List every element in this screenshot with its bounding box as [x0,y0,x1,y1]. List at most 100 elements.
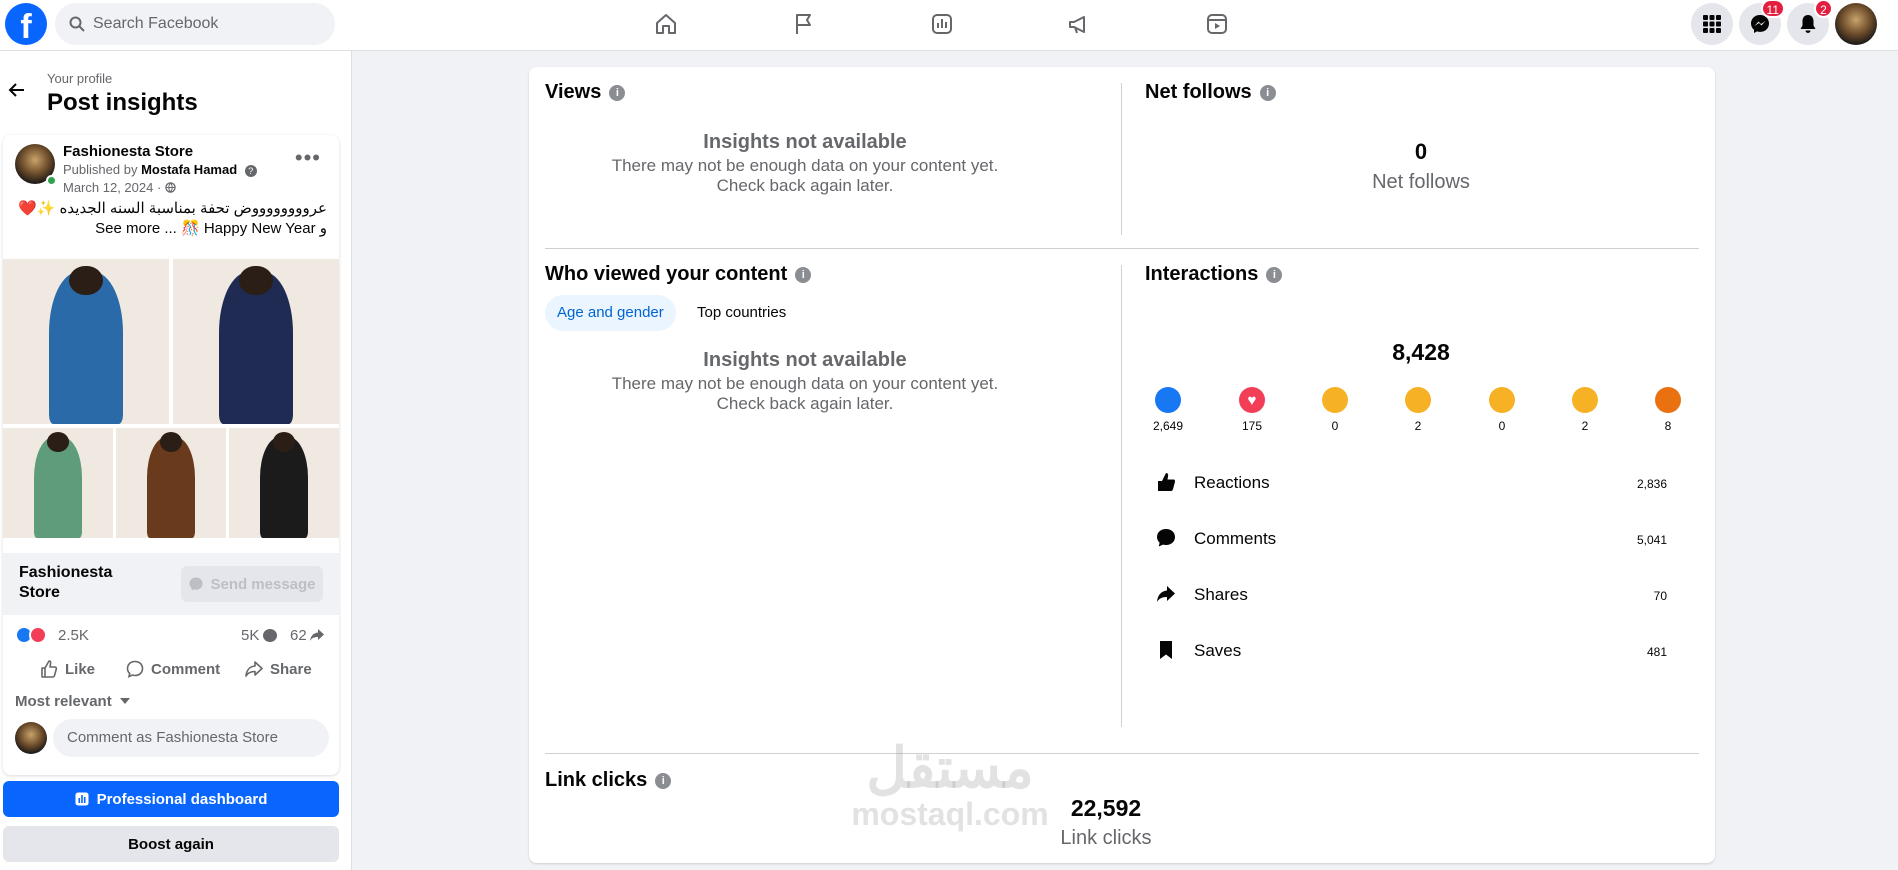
share-icon [245,661,263,677]
like-button[interactable]: Like [39,659,95,679]
post-photo-blue-dress[interactable] [3,259,169,424]
tab-age-and-gender[interactable]: Age and gender [545,295,676,331]
breadcrumb[interactable]: Your profile [47,71,112,86]
grid-menu-icon[interactable] [1691,3,1733,45]
comment-button[interactable]: Comment [125,659,220,679]
interaction-value: 481 [1646,645,1667,659]
link-clicks-section-title: Link clicks i [545,769,672,792]
post-date-text: March 12, 2024 · [63,180,162,195]
bell-icon [1800,15,1816,33]
interaction-row-reactions: Reactions 2,836 [1145,467,1705,507]
notifications-button[interactable]: 2 [1787,0,1833,45]
views-na-subtitle: There may not be enough data on your con… [611,156,999,195]
views-title: Views [545,81,602,103]
comment-sort-label: Most relevant [15,693,112,710]
ads-megaphone-icon[interactable] [1065,10,1093,38]
interaction-label: Shares [1194,585,1248,604]
share-label: Share [270,660,312,678]
saves-bookmark-icon [1160,641,1172,659]
search-input[interactable]: Search Facebook [55,3,335,45]
model-head [69,265,103,296]
tab-top-countries[interactable]: Top countries [685,295,798,331]
post-photo-brown-dress[interactable] [116,428,226,538]
post-text-line-1: عرووووووووض تحفة بمناسبة السنه الجديده ✨… [18,200,327,217]
page-title: Post insights [47,89,198,116]
globe-icon [165,182,176,193]
publisher-name[interactable]: Mostafa Hamad [141,162,237,177]
published-by: Published by Mostafa Hamad ? [63,162,257,177]
info-icon[interactable]: i [795,266,812,283]
account-avatar[interactable] [1835,3,1877,45]
mostaql-watermark: مستقل mostaql.com [830,736,1070,833]
comments-count[interactable]: 5K [241,627,259,644]
insights-icon[interactable] [928,10,956,38]
watermark-arabic: مستقل [866,736,1034,799]
pages-flag-icon[interactable] [790,10,818,38]
interaction-row-shares: Shares 70 [1145,579,1705,619]
post-photo-black-dress[interactable] [229,428,339,538]
post-photo-green-dress[interactable] [3,428,113,538]
menu-dots-icon [1703,15,1721,33]
boost-again-button[interactable]: Boost again [3,826,339,862]
dashboard-icon [75,792,89,806]
interaction-value: 5,041 [1636,533,1667,547]
info-icon[interactable]: i [655,772,672,789]
post-text-line-2[interactable]: See more ... 🎊 Happy New Year و [17,219,327,239]
who-viewed-title: Who viewed your content [545,263,788,285]
like-label: Like [65,660,96,678]
who-viewed-na-title: Insights not available [703,349,907,371]
post-photo-navy-dress[interactable] [173,259,339,424]
interaction-rows: Reactions 2,836 Comments 5,041 Shares 70 Saves… [1145,67,1705,787]
comment-input[interactable]: Comment as Fashionesta Store [53,719,329,757]
post-date[interactable]: March 12, 2024 · [63,180,176,195]
interaction-label: Saves [1194,641,1242,660]
post-preview-card: Fashionesta Store Published by Mostafa H… [3,135,339,775]
send-message-label: Send message [210,575,316,593]
insights-panel: Views i Insights not available There may… [529,67,1715,863]
interaction-label: Reactions [1194,473,1270,492]
search-placeholder: Search Facebook [93,15,219,32]
divider [545,753,1699,754]
back-arrow-icon[interactable] [8,81,26,99]
shares-arrow-icon [1157,586,1175,602]
facebook-logo[interactable]: f [5,3,47,45]
interaction-row-saves: Saves 481 [1145,635,1705,675]
online-status-dot [46,175,57,186]
send-message-button[interactable]: Send message [181,566,323,602]
love-reaction-icon [29,626,47,644]
post-author[interactable]: Fashionesta Store [63,143,193,160]
link-clicks-title: Link clicks [545,769,648,791]
shares-count[interactable]: 62 [290,627,307,644]
commenter-avatar [15,722,47,754]
watermark-latin: mostaql.com [851,796,1049,832]
comment-sort-dropdown[interactable]: Most relevant [15,693,130,710]
more-options-icon[interactable]: ••• [295,145,321,171]
interaction-label: Comments [1194,529,1277,548]
divider [1121,83,1122,235]
comments-bubble-icon [1157,529,1175,547]
page-name[interactable]: Fashionesta Store [19,563,129,603]
post-stats: 2.5K 5K 62 [3,619,339,649]
reactions-count[interactable]: 2.5K [58,627,89,644]
help-icon[interactable]: ? [244,165,257,177]
interaction-value: 70 [1653,589,1667,603]
info-icon[interactable]: i [609,84,626,101]
comment-icon [126,660,144,678]
messenger-button[interactable]: 11 [1739,0,1785,45]
who-viewed-section-title: Who viewed your content i [545,263,812,286]
who-viewed-na-subtitle: There may not be enough data on your con… [611,374,999,413]
published-prefix: Published by [63,162,138,177]
thumbs-up-icon [41,660,58,678]
divider [1121,265,1122,727]
reels-icon[interactable] [1203,10,1231,38]
caret-down-icon [119,698,130,704]
professional-dashboard-button[interactable]: Professional dashboard [3,781,339,817]
model-head [239,265,273,296]
page-message-bar: Fashionesta Store Send message [3,553,339,615]
comment-bubble-icon [263,629,277,642]
share-button[interactable]: Share [244,659,312,679]
share-arrow-icon [310,629,324,641]
home-icon[interactable] [652,10,680,38]
notifications-badge: 2 [1814,0,1833,18]
top-navigation-bar: f Search Facebook 11 2 [0,0,1898,51]
